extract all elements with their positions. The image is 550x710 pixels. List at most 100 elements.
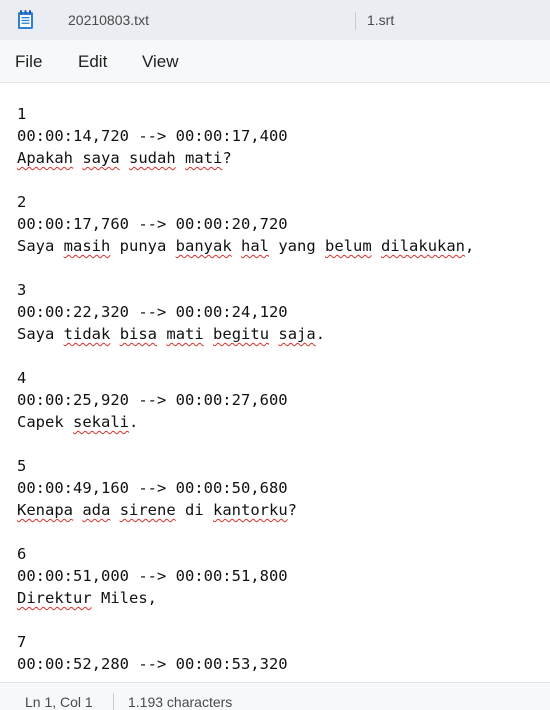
text-line: Direktur Miles, [17,587,474,609]
text-editor[interactable]: 1 00:00:14,720 --> 00:00:17,400 Apakah say… [0,83,550,681]
misspelled-word: kantorku [213,501,288,519]
misspelled-word: dilakukan [381,237,466,255]
misspelled-word: mati [185,149,223,167]
text-segment [120,149,129,167]
text-segment: . [315,325,326,343]
text-segment: Saya [17,325,64,343]
tab-title: 1.srt [367,12,395,28]
misspelled-word: Direktur [17,589,92,607]
text-segment: 00:00:25,920 --> 00:00:27,600 [17,391,288,409]
misspelled-word: sekali [73,413,129,431]
tab-active-file[interactable]: 20210803.txt [0,0,355,40]
text-segment: . [129,413,139,431]
text-segment: 00:00:17,760 --> 00:00:20,720 [17,215,288,233]
misspelled-word: belum [325,237,372,255]
misspelled-word: sudah [129,149,176,167]
text-segment [157,325,166,343]
misspelled-word: Apakah [17,149,73,167]
misspelled-word: sirene [119,501,176,519]
tab-inactive-file[interactable]: 1.srt [356,0,550,40]
text-line: 7 [17,631,474,653]
text-segment: ? [222,149,232,167]
text-segment: 1 [17,105,27,123]
notepad-window: 20210803.txt 1.srt File Edit View 1 00:00… [0,0,550,710]
text-segment [110,501,119,519]
misspelled-word: saja [278,325,316,343]
text-segment: 6 [17,545,27,563]
text-segment [232,237,241,255]
menu-view[interactable]: View [140,40,181,82]
text-segment: 3 [17,281,27,299]
text-line: 00:00:22,320 --> 00:00:24,120 [17,301,474,323]
text-segment: 2 [17,193,27,211]
text-line [17,257,474,279]
text-line [17,609,474,631]
text-line: 1 [17,103,474,125]
misspelled-word: mati [166,325,204,343]
text-segment: 00:00:14,720 --> 00:00:17,400 [17,127,288,145]
text-line [17,169,474,191]
text-segment: 00:00:22,320 --> 00:00:24,120 [17,303,288,321]
menu-edit[interactable]: Edit [76,40,109,82]
text-line: 5 [17,455,474,477]
text-segment: 00:00:49,160 --> 00:00:50,680 [17,479,288,497]
text-line: Apakah saya sudah mati? [17,147,474,169]
text-segment: Capek [17,413,73,431]
text-line: Saya masih punya banyak hal yang belum d… [17,235,474,257]
misspelled-word: begitu [213,325,270,343]
text-segment: di [175,501,214,519]
text-line: 00:00:17,760 --> 00:00:20,720 [17,213,474,235]
text-line: 3 [17,279,474,301]
text-segment: 5 [17,457,27,475]
text-segment: 7 [17,633,27,651]
status-bar: Ln 1, Col 1 1.193 characters [0,682,550,710]
text-line: 00:00:51,000 --> 00:00:51,800 [17,565,474,587]
notepad-icon [18,10,33,29]
text-segment [73,501,82,519]
text-line [17,345,474,367]
menu-file[interactable]: File [13,40,44,82]
character-count: 1.193 characters [128,694,233,710]
text-line: 00:00:49,160 --> 00:00:50,680 [17,477,474,499]
misspelled-word: bisa [119,325,158,343]
text-segment [269,325,278,343]
text-segment: 00:00:52,280 --> 00:00:53,320 [17,655,288,673]
misspelled-word: masih [63,237,111,255]
text-segment: ? [287,501,298,519]
menu-bar: File Edit View [0,40,550,83]
status-divider [113,693,114,710]
text-segment: Miles, [91,589,157,607]
text-segment: yang [269,237,326,255]
tab-title: 20210803.txt [68,12,149,28]
text-line: 2 [17,191,474,213]
text-line: Capek sekali. [17,411,474,433]
text-segment [110,325,119,343]
text-line: 00:00:14,720 --> 00:00:17,400 [17,125,474,147]
misspelled-word: Kenapa [17,501,73,519]
misspelled-word: tidak [63,325,111,343]
text-line: 00:00:52,280 --> 00:00:53,320 [17,653,474,675]
tab-bar: 20210803.txt 1.srt [0,0,550,40]
text-segment [204,325,213,343]
misspelled-word: hal [241,237,270,255]
misspelled-word: banyak [175,237,232,255]
text-line: 00:00:25,920 --> 00:00:27,600 [17,389,474,411]
text-segment: , [465,237,475,255]
text-line: 6 [17,543,474,565]
text-segment: Saya [17,237,64,255]
text-segment [372,237,381,255]
text-segment [176,149,185,167]
text-line: Kenapa ada sirene di kantorku? [17,499,474,521]
text-line: Saya tidak bisa mati begitu saja. [17,323,474,345]
editor-lines: 1 00:00:14,720 --> 00:00:17,400 Apakah say… [17,103,474,675]
cursor-position: Ln 1, Col 1 [25,694,93,710]
text-line: 4 [17,367,474,389]
text-segment: punya [110,237,176,255]
text-segment: 4 [17,369,27,387]
misspelled-word: ada [82,501,111,519]
text-segment: 00:00:51,000 --> 00:00:51,800 [17,567,288,585]
text-line [17,433,474,455]
misspelled-word: saya [82,149,120,167]
text-segment [73,149,82,167]
text-line [17,521,474,543]
